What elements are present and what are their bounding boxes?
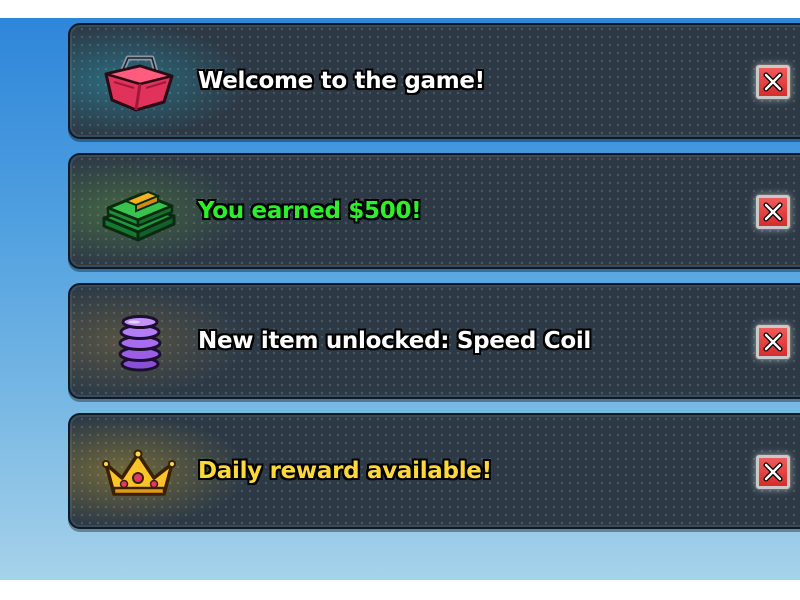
notification-earned: You earned $500! bbox=[68, 153, 800, 269]
close-button[interactable] bbox=[756, 325, 790, 359]
game-viewport: Welcome to the game! You earned $500! Ne… bbox=[0, 18, 800, 580]
close-icon bbox=[763, 202, 783, 222]
close-icon bbox=[763, 332, 783, 352]
notification-message: Daily reward available! bbox=[198, 458, 492, 484]
notification-welcome: Welcome to the game! bbox=[68, 23, 800, 139]
notification-message: You earned $500! bbox=[198, 198, 422, 224]
cash-stack-icon bbox=[100, 184, 178, 242]
close-button[interactable] bbox=[756, 455, 790, 489]
close-button[interactable] bbox=[756, 195, 790, 229]
notification-list: Welcome to the game! You earned $500! Ne… bbox=[68, 23, 800, 543]
shopping-basket-icon bbox=[100, 54, 178, 112]
close-icon bbox=[763, 72, 783, 92]
notification-message: Welcome to the game! bbox=[198, 68, 485, 94]
notification-daily-reward: Daily reward available! bbox=[68, 413, 800, 529]
close-button[interactable] bbox=[756, 65, 790, 99]
crown-icon bbox=[100, 444, 178, 502]
notification-item-unlocked: New item unlocked: Speed Coil bbox=[68, 283, 800, 399]
speed-coil-icon bbox=[100, 314, 178, 372]
notification-message: New item unlocked: Speed Coil bbox=[198, 328, 592, 354]
close-icon bbox=[763, 462, 783, 482]
